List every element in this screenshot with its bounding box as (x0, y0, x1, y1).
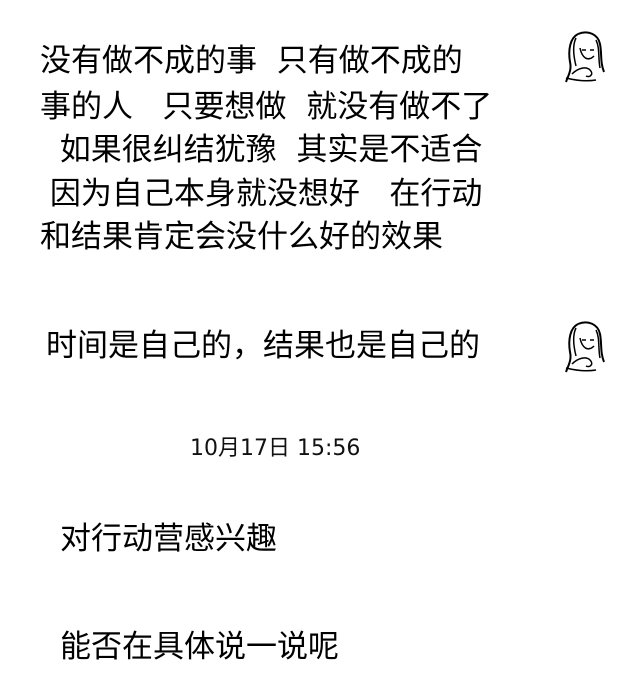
message-line: 没有做不成的事 只有做不成的 (40, 43, 463, 79)
message-line: 因为自己本身就没想好 在行动 (40, 176, 483, 212)
woman-portrait-sketch-icon (565, 31, 605, 83)
avatar[interactable] (560, 28, 612, 84)
message-line: 事的人 只要想做 就没有做不了 (40, 89, 493, 125)
message-line: 时间是自己的，结果也是自己的 (46, 328, 480, 364)
woman-portrait-sketch-icon (565, 321, 605, 373)
message-line: 如果很纠结犹豫 其实是不适合 (40, 132, 483, 168)
message-line: 对行动营感兴趣 (60, 521, 277, 557)
timestamp: 10月17日 15:56 (190, 436, 361, 461)
message-line: 能否在具体说一说呢 (60, 629, 339, 665)
avatar[interactable] (560, 318, 612, 374)
message-line: 和结果肯定会没什么好的效果 (40, 219, 443, 255)
